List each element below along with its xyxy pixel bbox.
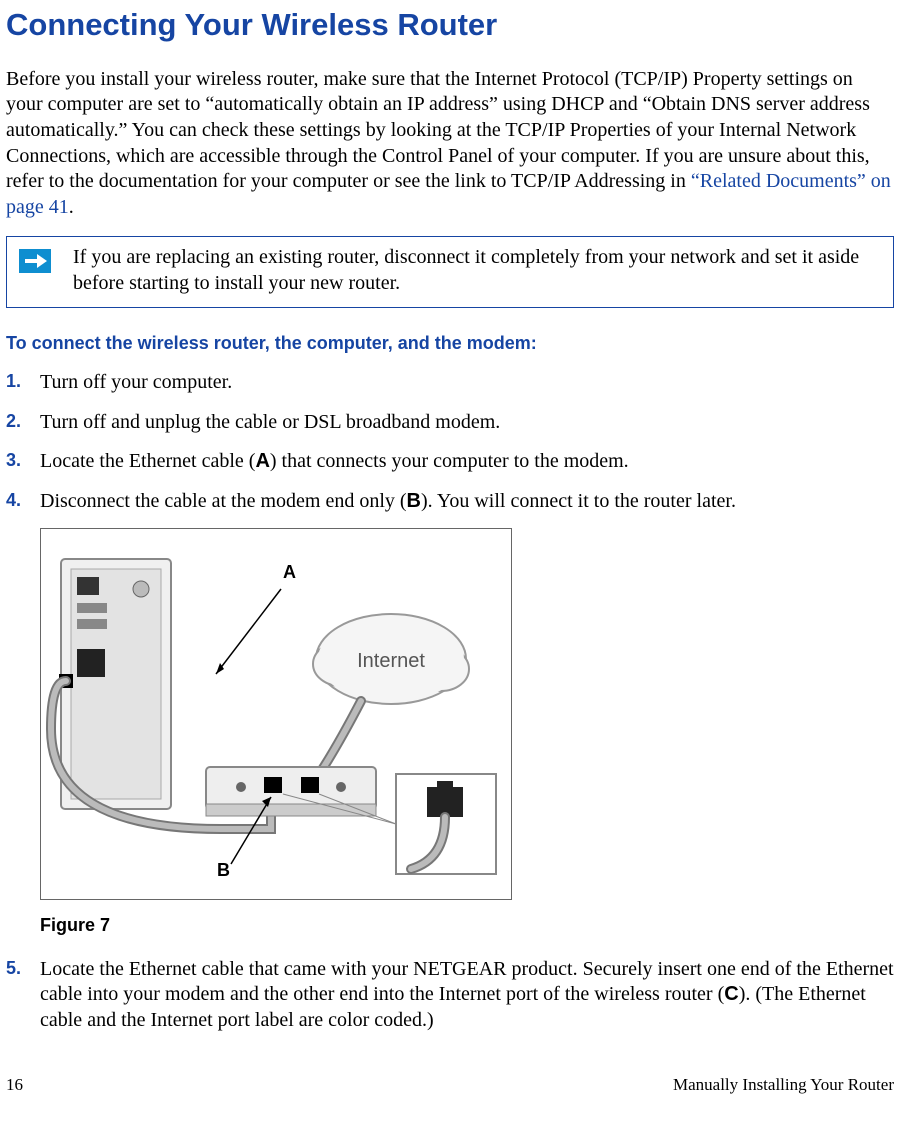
step-text: ). You will connect it to the router lat… — [421, 490, 736, 512]
diagram-box: Internet — [40, 528, 512, 900]
figure-caption: Figure 7 — [40, 914, 894, 937]
note-text: If you are replacing an existing router,… — [73, 245, 881, 296]
step-4: Disconnect the cable at the modem end on… — [6, 489, 894, 515]
arrow-right-icon — [19, 249, 51, 273]
callout-a: A — [283, 561, 296, 584]
step-1: Turn off your computer. — [6, 370, 894, 396]
step-text: Disconnect the cable at the modem end on… — [40, 490, 407, 512]
label-b: B — [407, 490, 421, 512]
note-callout: If you are replacing an existing router,… — [6, 236, 894, 307]
steps-list-continued: Locate the Ethernet cable that came with… — [6, 957, 894, 1034]
step-text: Turn off and unplug the cable or DSL bro… — [40, 411, 500, 433]
step-text: Turn off your computer. — [40, 371, 232, 393]
internet-label: Internet — [357, 650, 425, 672]
step-2: Turn off and unplug the cable or DSL bro… — [6, 410, 894, 436]
page-title: Connecting Your Wireless Router — [6, 6, 894, 45]
page-number: 16 — [6, 1074, 23, 1095]
section-title: Manually Installing Your Router — [673, 1074, 894, 1095]
page-footer: 16 Manually Installing Your Router — [6, 1074, 894, 1103]
figure-7: Internet — [40, 528, 894, 900]
callout-b: B — [217, 859, 230, 882]
step-3: Locate the Ethernet cable (A) that conne… — [6, 449, 894, 475]
procedure-heading: To connect the wireless router, the comp… — [6, 332, 894, 355]
label-a: A — [255, 450, 269, 472]
intro-text-post: . — [69, 196, 74, 218]
steps-list: Turn off your computer. Turn off and unp… — [6, 370, 894, 514]
step-text: ) that connects your computer to the mod… — [270, 450, 629, 472]
label-c: C — [724, 983, 738, 1005]
step-text: Locate the Ethernet cable ( — [40, 450, 255, 472]
intro-paragraph: Before you install your wireless router,… — [6, 67, 894, 221]
step-5: Locate the Ethernet cable that came with… — [6, 957, 894, 1034]
